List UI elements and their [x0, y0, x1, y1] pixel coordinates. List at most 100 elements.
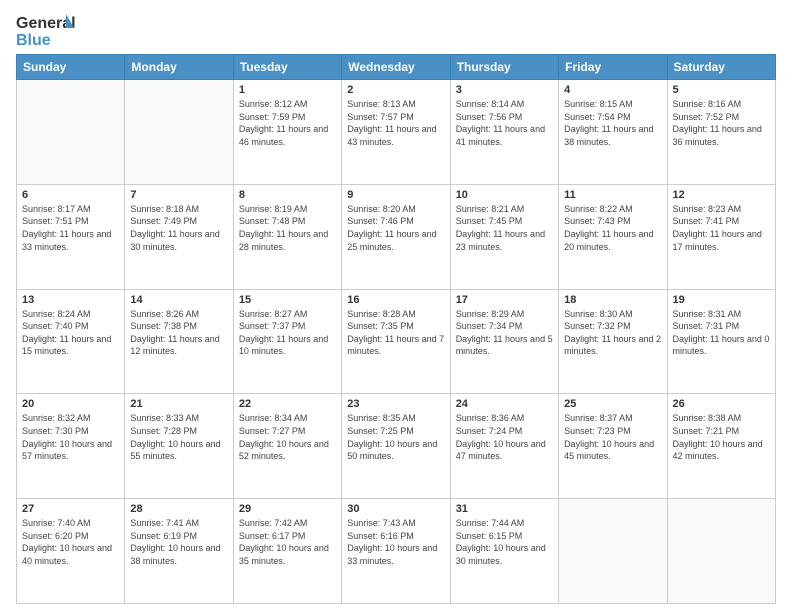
- day-cell: [17, 80, 125, 185]
- day-number: 11: [564, 189, 661, 201]
- day-cell: 19 Sunrise: 8:31 AM Sunset: 7:31 PM Dayli…: [667, 289, 775, 394]
- day-cell: 25Sunrise: 8:37 AM Sunset: 7:23 PM Dayli…: [559, 394, 667, 499]
- day-info: Sunrise: 8:29 AM Sunset: 7:34 PM Dayligh…: [456, 308, 553, 358]
- day-cell: 5 Sunrise: 8:16 AM Sunset: 7:52 PM Daylig…: [667, 80, 775, 185]
- weekday-tuesday: Tuesday: [233, 55, 341, 80]
- day-number: 15: [239, 294, 336, 306]
- day-cell: 4 Sunrise: 8:15 AM Sunset: 7:54 PM Daylig…: [559, 80, 667, 185]
- day-info: Sunrise: 8:26 AM Sunset: 7:38 PM Dayligh…: [130, 308, 227, 358]
- day-cell: 28 Sunrise: 7:41 AM Sunset: 6:19 PM Dayli…: [125, 499, 233, 604]
- day-number: 13: [22, 294, 119, 306]
- day-info: Sunrise: 8:36 AM Sunset: 7:24 PM Dayligh…: [456, 412, 553, 462]
- day-cell: [667, 499, 775, 604]
- day-cell: 13 Sunrise: 8:24 AM Sunset: 7:40 PM Dayli…: [17, 289, 125, 394]
- day-number: 2: [347, 84, 444, 96]
- day-info: Sunrise: 8:27 AM Sunset: 7:37 PM Dayligh…: [239, 308, 336, 358]
- week-row-3: 20 Sunrise: 8:32 AM Sunset: 7:30 PM Dayli…: [17, 394, 776, 499]
- day-cell: 31 Sunrise: 7:44 AM Sunset: 6:15 PM Dayli…: [450, 499, 558, 604]
- day-number: 14: [130, 294, 227, 306]
- day-info: Sunrise: 8:28 AM Sunset: 7:35 PM Dayligh…: [347, 308, 444, 358]
- day-cell: 10Sunrise: 8:21 AM Sunset: 7:45 PM Dayli…: [450, 184, 558, 289]
- day-cell: 3 Sunrise: 8:14 AM Sunset: 7:56 PM Daylig…: [450, 80, 558, 185]
- day-info: Sunrise: 8:32 AM Sunset: 7:30 PM Dayligh…: [22, 412, 119, 462]
- day-number: 9: [347, 189, 444, 201]
- day-info: Sunrise: 8:16 AM Sunset: 7:52 PM Dayligh…: [673, 98, 770, 148]
- weekday-wednesday: Wednesday: [342, 55, 450, 80]
- day-info: Sunrise: 8:20 AM Sunset: 7:46 PM Dayligh…: [347, 203, 444, 253]
- day-number: 7: [130, 189, 227, 201]
- day-number: 6: [22, 189, 119, 201]
- day-number: 1: [239, 84, 336, 96]
- day-info: Sunrise: 8:19 AM Sunset: 7:48 PM Dayligh…: [239, 203, 336, 253]
- day-number: 22: [239, 398, 336, 410]
- day-info: Sunrise: 8:17 AM Sunset: 7:51 PM Dayligh…: [22, 203, 119, 253]
- day-number: 27: [22, 503, 119, 515]
- day-number: 18: [564, 294, 661, 306]
- day-info: Sunrise: 8:38 AM Sunset: 7:21 PM Dayligh…: [673, 412, 770, 462]
- day-cell: 16 Sunrise: 8:28 AM Sunset: 7:35 PM Dayli…: [342, 289, 450, 394]
- week-row-1: 6 Sunrise: 8:17 AM Sunset: 7:51 PM Daylig…: [17, 184, 776, 289]
- day-info: Sunrise: 7:44 AM Sunset: 6:15 PM Dayligh…: [456, 517, 553, 567]
- day-number: 29: [239, 503, 336, 515]
- day-number: 24: [456, 398, 553, 410]
- day-info: Sunrise: 8:18 AM Sunset: 7:49 PM Dayligh…: [130, 203, 227, 253]
- weekday-header-row: SundayMondayTuesdayWednesdayThursdayFrid…: [17, 55, 776, 80]
- day-info: Sunrise: 7:42 AM Sunset: 6:17 PM Dayligh…: [239, 517, 336, 567]
- day-number: 5: [673, 84, 770, 96]
- weekday-monday: Monday: [125, 55, 233, 80]
- day-number: 16: [347, 294, 444, 306]
- day-number: 20: [22, 398, 119, 410]
- day-number: 28: [130, 503, 227, 515]
- day-info: Sunrise: 8:22 AM Sunset: 7:43 PM Dayligh…: [564, 203, 661, 253]
- day-cell: 23Sunrise: 8:35 AM Sunset: 7:25 PM Dayli…: [342, 394, 450, 499]
- day-number: 4: [564, 84, 661, 96]
- header: GeneralBlue: [16, 12, 776, 48]
- day-number: 19: [673, 294, 770, 306]
- day-cell: 11 Sunrise: 8:22 AM Sunset: 7:43 PM Dayli…: [559, 184, 667, 289]
- weekday-saturday: Saturday: [667, 55, 775, 80]
- day-info: Sunrise: 7:40 AM Sunset: 6:20 PM Dayligh…: [22, 517, 119, 567]
- weekday-friday: Friday: [559, 55, 667, 80]
- day-info: Sunrise: 8:33 AM Sunset: 7:28 PM Dayligh…: [130, 412, 227, 462]
- day-info: Sunrise: 8:35 AM Sunset: 7:25 PM Dayligh…: [347, 412, 444, 462]
- day-cell: 21 Sunrise: 8:33 AM Sunset: 7:28 PM Dayli…: [125, 394, 233, 499]
- day-cell: 26 Sunrise: 8:38 AM Sunset: 7:21 PM Dayli…: [667, 394, 775, 499]
- day-number: 21: [130, 398, 227, 410]
- day-cell: 22Sunrise: 8:34 AM Sunset: 7:27 PM Dayli…: [233, 394, 341, 499]
- day-info: Sunrise: 8:31 AM Sunset: 7:31 PM Dayligh…: [673, 308, 770, 358]
- logo-svg: GeneralBlue: [16, 12, 76, 48]
- weekday-sunday: Sunday: [17, 55, 125, 80]
- day-number: 31: [456, 503, 553, 515]
- day-info: Sunrise: 7:41 AM Sunset: 6:19 PM Dayligh…: [130, 517, 227, 567]
- day-cell: 20 Sunrise: 8:32 AM Sunset: 7:30 PM Dayli…: [17, 394, 125, 499]
- day-cell: 9 Sunrise: 8:20 AM Sunset: 7:46 PM Daylig…: [342, 184, 450, 289]
- day-cell: 7 Sunrise: 8:18 AM Sunset: 7:49 PM Daylig…: [125, 184, 233, 289]
- day-cell: 30Sunrise: 7:43 AM Sunset: 6:16 PM Dayli…: [342, 499, 450, 604]
- day-info: Sunrise: 8:15 AM Sunset: 7:54 PM Dayligh…: [564, 98, 661, 148]
- day-number: 10: [456, 189, 553, 201]
- day-cell: 17 Sunrise: 8:29 AM Sunset: 7:34 PM Dayli…: [450, 289, 558, 394]
- day-cell: 24 Sunrise: 8:36 AM Sunset: 7:24 PM Dayli…: [450, 394, 558, 499]
- day-info: Sunrise: 8:14 AM Sunset: 7:56 PM Dayligh…: [456, 98, 553, 148]
- day-info: Sunrise: 8:13 AM Sunset: 7:57 PM Dayligh…: [347, 98, 444, 148]
- calendar: SundayMondayTuesdayWednesdayThursdayFrid…: [16, 54, 776, 604]
- page: GeneralBlue SundayMondayTuesdayWednesday…: [0, 0, 792, 612]
- day-number: 17: [456, 294, 553, 306]
- day-number: 3: [456, 84, 553, 96]
- day-cell: [559, 499, 667, 604]
- week-row-2: 13 Sunrise: 8:24 AM Sunset: 7:40 PM Dayli…: [17, 289, 776, 394]
- day-cell: [125, 80, 233, 185]
- day-info: Sunrise: 8:24 AM Sunset: 7:40 PM Dayligh…: [22, 308, 119, 358]
- day-cell: 15 Sunrise: 8:27 AM Sunset: 7:37 PM Dayli…: [233, 289, 341, 394]
- day-number: 12: [673, 189, 770, 201]
- logo: GeneralBlue: [16, 12, 76, 48]
- day-cell: 12 Sunrise: 8:23 AM Sunset: 7:41 PM Dayli…: [667, 184, 775, 289]
- day-number: 30: [347, 503, 444, 515]
- weekday-thursday: Thursday: [450, 55, 558, 80]
- day-number: 26: [673, 398, 770, 410]
- day-info: Sunrise: 8:23 AM Sunset: 7:41 PM Dayligh…: [673, 203, 770, 253]
- day-cell: 14 Sunrise: 8:26 AM Sunset: 7:38 PM Dayli…: [125, 289, 233, 394]
- day-cell: 6 Sunrise: 8:17 AM Sunset: 7:51 PM Daylig…: [17, 184, 125, 289]
- day-cell: 1Sunrise: 8:12 AM Sunset: 7:59 PM Daylig…: [233, 80, 341, 185]
- svg-text:Blue: Blue: [16, 32, 51, 48]
